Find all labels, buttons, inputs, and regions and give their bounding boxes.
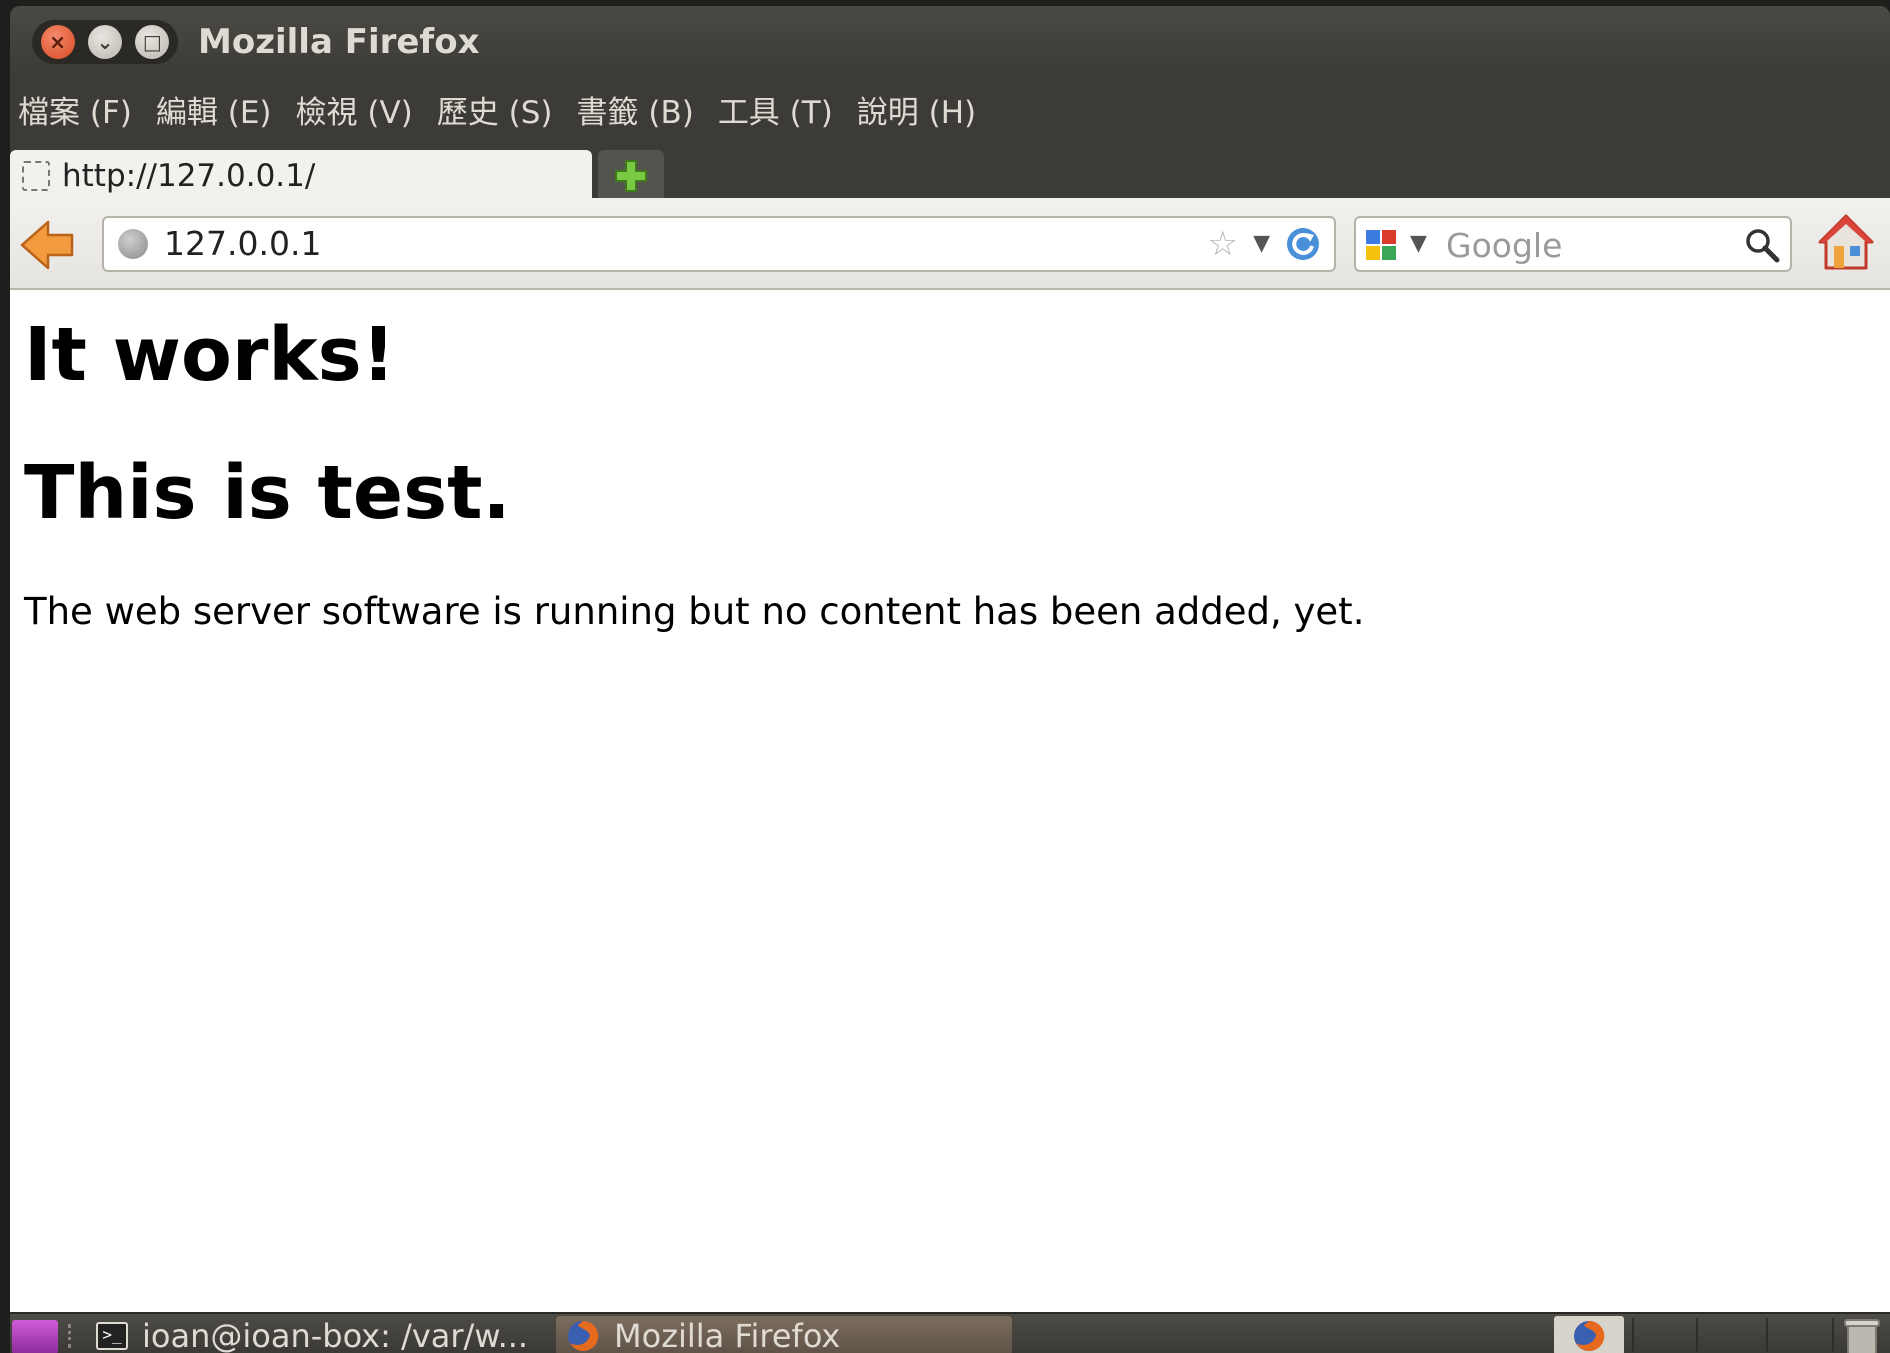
menu-edit[interactable]: 編輯 (E) — [156, 87, 272, 132]
navigation-toolbar: 127.0.0.1 ☆ ▼ ▼ — [10, 198, 1890, 290]
url-text[interactable]: 127.0.0.1 — [164, 218, 321, 270]
menu-history[interactable]: 歷史 (S) — [437, 87, 553, 132]
panel-handle[interactable] — [68, 1324, 77, 1348]
url-history-dropdown-icon[interactable]: ▼ — [1253, 228, 1270, 260]
menu-bar: 檔案 (F) 編輯 (E) 檢視 (V) 歷史 (S) 書籤 (B) 工具 (T… — [10, 76, 1890, 142]
taskbar-terminal-button[interactable]: >_ ioan@ioan-box: /var/w... — [88, 1316, 544, 1353]
close-icon: × — [49, 30, 67, 54]
window-controls: × ⌄ □ — [32, 20, 178, 64]
maximize-window-button[interactable]: □ — [135, 25, 170, 59]
search-engine-dropdown-icon[interactable]: ▼ — [1410, 228, 1427, 260]
url-bar[interactable]: 127.0.0.1 ☆ ▼ — [102, 216, 1336, 272]
page-content: It works! This is test. The web server s… — [10, 290, 1890, 1312]
bookmark-star-icon[interactable]: ☆ — [1208, 226, 1238, 262]
terminal-icon: >_ — [96, 1321, 128, 1350]
close-window-button[interactable]: × — [40, 25, 75, 59]
tray-firefox-launcher[interactable] — [1554, 1316, 1624, 1353]
heading-this-is-test: This is test. — [24, 450, 511, 536]
plus-icon — [615, 160, 647, 192]
show-desktop-icon[interactable] — [12, 1320, 58, 1353]
maximize-icon: □ — [142, 30, 162, 54]
reload-icon[interactable] — [1286, 227, 1320, 261]
status-paragraph: The web server software is running but n… — [24, 590, 1365, 633]
google-icon[interactable] — [1364, 228, 1398, 262]
firefox-icon — [568, 1320, 599, 1351]
heading-it-works: It works! — [24, 312, 396, 398]
tab-label: http://127.0.0.1/ — [62, 158, 316, 194]
back-arrow-icon — [20, 220, 74, 270]
taskbar-terminal-label: ioan@ioan-box: /var/w... — [142, 1316, 529, 1353]
tab-strip: http://127.0.0.1/ — [10, 142, 1890, 202]
minimize-icon: ⌄ — [96, 30, 114, 54]
magnifier-icon[interactable] — [1744, 227, 1780, 263]
globe-icon — [118, 229, 148, 259]
menu-bookmarks[interactable]: 書籤 (B) — [577, 87, 694, 132]
search-bar[interactable]: ▼ — [1354, 216, 1792, 272]
window-title: Mozilla Firefox — [198, 22, 480, 62]
title-bar: × ⌄ □ Mozilla Firefox — [10, 6, 1890, 76]
home-icon[interactable] — [1816, 212, 1876, 272]
browser-window: × ⌄ □ Mozilla Firefox 檔案 (F) 編輯 (E) 檢視 (… — [10, 6, 1890, 1353]
workspace-divider — [1832, 1318, 1834, 1352]
search-input[interactable] — [1444, 222, 1738, 268]
taskbar-firefox-button[interactable]: Mozilla Firefox — [556, 1316, 1012, 1353]
back-button[interactable] — [18, 218, 78, 272]
taskbar-firefox-label: Mozilla Firefox — [614, 1316, 841, 1353]
workspace-divider — [1766, 1318, 1768, 1352]
workspace-divider — [1696, 1318, 1698, 1352]
blank-page-icon — [22, 161, 50, 191]
minimize-window-button[interactable]: ⌄ — [87, 25, 122, 59]
menu-tools[interactable]: 工具 (T) — [718, 87, 833, 132]
new-tab-button[interactable] — [598, 150, 664, 202]
menu-view[interactable]: 檢視 (V) — [296, 87, 413, 132]
menu-help[interactable]: 說明 (H) — [857, 87, 976, 132]
trash-icon[interactable] — [1842, 1318, 1882, 1353]
workspace-divider — [1632, 1318, 1634, 1352]
menu-file[interactable]: 檔案 (F) — [18, 87, 132, 132]
bottom-panel: >_ ioan@ioan-box: /var/w... Mozilla Fire… — [10, 1312, 1890, 1353]
firefox-icon — [1574, 1320, 1605, 1351]
tab-localhost[interactable]: http://127.0.0.1/ — [10, 150, 592, 202]
